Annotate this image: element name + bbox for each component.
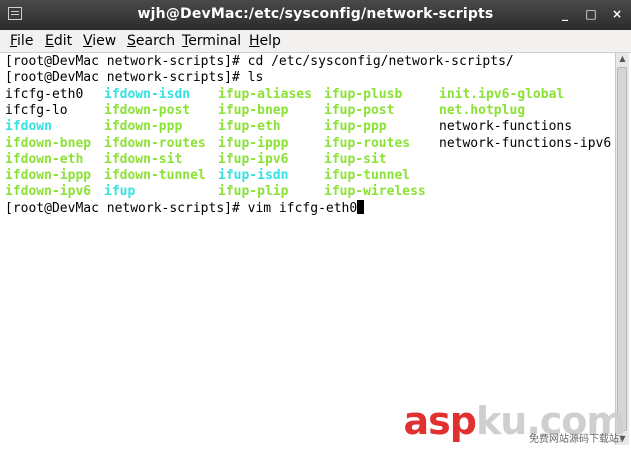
menu-bar: File Edit View Search Terminal Help — [0, 30, 631, 53]
menu-terminal[interactable]: Terminal — [182, 33, 241, 49]
terminal-prompt-line: [root@DevMac network-scripts]# vim ifcfg… — [5, 200, 365, 217]
ls-entry: ifup-ppp — [324, 119, 387, 135]
ls-entry: ifdown-post — [104, 103, 191, 119]
watermark-subtitle: 免费网站源码下载站! — [528, 434, 623, 445]
current-command: [root@DevMac network-scripts]# vim ifcfg… — [5, 201, 358, 216]
scroll-up-icon[interactable]: ▲ — [616, 53, 629, 65]
minimize-button[interactable]: _ — [557, 6, 573, 22]
ls-entry: ifup-isdn — [218, 168, 289, 183]
ls-entry: ifup-wireless — [324, 184, 426, 200]
maximize-button[interactable]: □ — [583, 6, 599, 22]
menu-edit[interactable]: Edit — [45, 33, 72, 49]
ls-entry: ifup-aliases — [218, 87, 312, 102]
text-cursor — [357, 200, 365, 214]
terminal-output[interactable]: [root@DevMac network-scripts]# cd /etc/s… — [2, 53, 615, 445]
terminal-window: wjh@DevMac:/etc/sysconfig/network-script… — [0, 0, 631, 449]
ls-entry: net.hotplug — [439, 103, 526, 119]
close-button[interactable]: × — [609, 6, 625, 22]
ls-entry: ifdown-eth — [5, 151, 84, 167]
menu-help[interactable]: Help — [249, 33, 281, 49]
ls-entry: ifup-eth — [218, 119, 281, 135]
ls-entry: ifdown-tunnel — [104, 168, 206, 183]
ls-entry: ifdown-ipv6 — [5, 184, 92, 200]
ls-entry: network-functions-ipv6 — [439, 135, 612, 151]
menu-file[interactable]: File — [10, 33, 33, 49]
menu-view[interactable]: View — [83, 33, 116, 49]
ls-entry: ifdown-routes — [104, 135, 206, 151]
terminal-line: [root@DevMac network-scripts]# cd /etc/s… — [5, 54, 514, 69]
ls-entry: ifdown-sit — [104, 151, 183, 167]
scrollbar-thumb[interactable] — [617, 67, 627, 431]
ls-entry: ifdown-bnep — [5, 135, 92, 151]
ls-entry: ifcfg-lo — [5, 103, 68, 119]
ls-entry: ifdown-isdn — [104, 87, 191, 102]
ls-entry: ifup-ipv6 — [218, 151, 289, 167]
ls-entry: ifup-routes — [324, 135, 411, 151]
terminal-line: [root@DevMac network-scripts]# ls — [5, 70, 264, 85]
title-bar[interactable]: wjh@DevMac:/etc/sysconfig/network-script… — [0, 0, 631, 31]
ls-entry: ifup-tunnel — [324, 168, 411, 183]
ls-entry: network-functions — [439, 119, 573, 135]
ls-entry: ifdown-ippp — [5, 168, 92, 183]
ls-entry: ifdown — [5, 119, 52, 135]
ls-entry: ifup — [104, 184, 136, 200]
ls-entry: ifup-plip — [218, 184, 289, 200]
watermark-logo: aspku.com 免费网站源码下载站! — [404, 399, 626, 445]
menu-search[interactable]: Search — [127, 33, 175, 49]
ls-entry: ifcfg-eth0 — [5, 87, 84, 102]
window-controls: _ □ × — [557, 6, 625, 22]
ls-entry: ifup-ippp — [218, 135, 289, 151]
ls-entry: ifup-bnep — [218, 103, 289, 119]
ls-entry: ifup-post — [324, 103, 395, 119]
window-title: wjh@DevMac:/etc/sysconfig/network-script… — [137, 6, 494, 22]
ls-entry: ifdown-ppp — [104, 119, 183, 135]
ls-entry: ifup-plusb — [324, 87, 403, 102]
ls-entry: ifup-sit — [324, 151, 387, 167]
vertical-scrollbar[interactable]: ▲ ▼ — [615, 53, 629, 445]
ls-entry: init.ipv6-global — [439, 87, 565, 102]
